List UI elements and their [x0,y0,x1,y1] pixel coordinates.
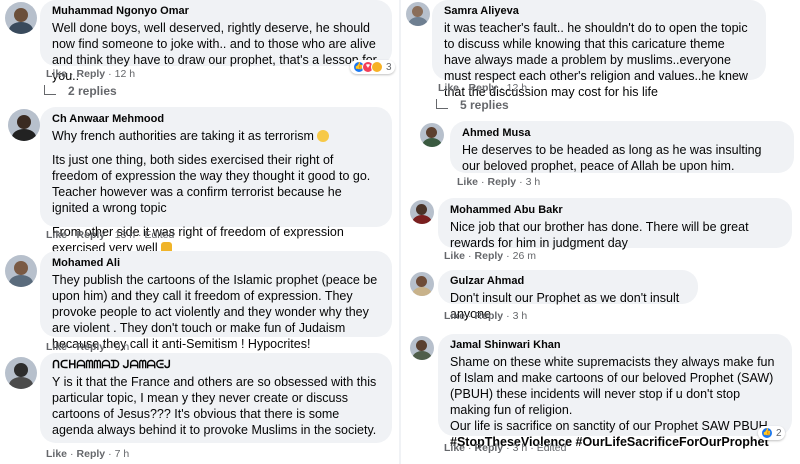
comment-actions: Like · Reply · 7 h [46,448,130,460]
comment-text: Its just one thing, both sides exercised… [52,153,371,215]
timestamp[interactable]: 26 m [513,250,536,262]
avatar[interactable] [5,2,37,34]
avatar[interactable] [410,336,434,360]
author-name[interactable]: Muhammad Ngonyo Omar [52,4,380,18]
avatar[interactable] [410,272,434,296]
comment-actions: Like · Reply · 3 h · Edited [444,442,567,454]
reaction-summary[interactable]: 👍 2 [758,426,785,440]
view-replies-link[interactable]: 2 replies [44,84,117,99]
timestamp[interactable]: 9 h [115,341,130,353]
view-replies-link[interactable]: 5 replies [436,98,509,113]
comment-actions: Like · Reply · 13 h · Edited [46,229,175,241]
avatar[interactable] [5,357,37,389]
avatar[interactable] [420,123,444,147]
like-button[interactable]: Like [444,442,465,454]
comment-text: He deserves to be headed as long as he w… [462,143,762,173]
comment-text: Why french authorities are taking it as … [52,128,380,144]
like-button[interactable]: Like [444,310,465,322]
author-name[interactable]: Gulzar Ahmad [450,274,686,288]
reaction-count: 3 [386,61,392,73]
comment-actions: Like · Reply · 12 h [46,68,136,80]
comment-actions: Like · Reply · 3 h [457,176,541,188]
comment-bubble: Mohammed Abu Bakr Nice job that our brot… [438,198,792,250]
reply-button[interactable]: Reply [77,229,106,241]
comment-text: They publish the cartoons of the Islamic… [52,273,378,351]
comment-actions: Like · Reply · 26 m [444,250,536,262]
reply-button[interactable]: Reply [475,310,504,322]
timestamp[interactable]: 7 h [115,448,130,460]
like-button[interactable]: Like [438,82,459,94]
replies-count[interactable]: 2 replies [68,84,117,99]
comment-bubble: Muhammad Ngonyo Omar Well done boys, wel… [40,0,392,83]
comment-bubble: Mohamed Ali They publish the cartoons of… [40,251,392,351]
column-divider [399,0,401,464]
comment-text: Shame on these white supremacists they a… [450,355,775,417]
author-name[interactable]: ᑎᑕᕼᗩᗰᗰᗩᗪ ᒍᗩᗰᗩᕮᒍ [52,358,380,372]
comment-text: Nice job that our brother has done. Ther… [450,220,749,250]
reply-button[interactable]: Reply [488,176,517,188]
like-button[interactable]: Like [46,229,67,241]
comment-actions: Like · Reply · 3 h [444,310,528,322]
avatar[interactable] [5,255,37,287]
reply-button[interactable]: Reply [77,448,106,460]
reaction-summary[interactable]: 👍 ♥ 3 [350,60,395,74]
replies-count[interactable]: 5 replies [460,98,509,113]
author-name[interactable]: Jamal Shinwari Khan [450,338,780,352]
reply-button[interactable]: Reply [475,250,504,262]
like-reaction-icon: 👍 [761,427,773,439]
comment-bubble: Jamal Shinwari Khan Shame on these white… [438,334,792,449]
like-button[interactable]: Like [46,68,67,80]
comment-text: Y is it that the France and others are s… [52,375,377,437]
like-button[interactable]: Like [457,176,478,188]
reply-button[interactable]: Reply [77,68,106,80]
reply-button[interactable]: Reply [469,82,498,94]
avatar[interactable] [410,200,434,224]
comment-bubble: Samra Aliyeva it was teacher's fault.. h… [432,0,766,99]
like-button[interactable]: Like [444,250,465,262]
timestamp[interactable]: 12 h [115,68,135,80]
timestamp[interactable]: 12 h [507,82,527,94]
comment-bubble: Ahmed Musa He deserves to be headed as l… [450,121,794,173]
author-name[interactable]: Mohammed Abu Bakr [450,203,780,217]
avatar[interactable] [8,109,40,141]
avatar[interactable] [406,2,430,26]
reply-button[interactable]: Reply [475,442,504,454]
edited-label: Edited [144,229,175,241]
reply-arrow-icon [436,98,448,109]
timestamp[interactable]: 3 h [513,310,528,322]
timestamp[interactable]: 13 h [115,229,135,241]
author-name[interactable]: Ahmed Musa [462,126,782,140]
timestamp[interactable]: 3 h [526,176,541,188]
comment-bubble: ᑎᑕᕼᗩᗰᗰᗩᗪ ᒍᗩᗰᗩᕮᒍ Y is it that the France … [40,353,392,443]
reaction-count: 2 [776,427,782,439]
comment-bubble: Gulzar Ahmad Don't insult our Prophet as… [438,270,698,321]
comment-actions: Like · Reply · 12 h [438,82,528,94]
like-button[interactable]: Like [46,341,67,353]
author-name[interactable]: Ch Anwaar Mehmood [52,112,380,126]
like-button[interactable]: Like [46,448,67,460]
reply-button[interactable]: Reply [77,341,106,353]
smirk-emoji-icon [317,130,330,142]
author-name[interactable]: Samra Aliyeva [444,4,754,18]
comment-text: Our life is sacrifice on sanctity of our… [450,419,772,433]
care-reaction-icon [371,61,383,73]
edited-label: Edited [536,442,567,454]
reply-arrow-icon [44,84,56,95]
comment-bubble: Ch Anwaar Mehmood Why french authorities… [40,107,392,255]
timestamp[interactable]: 3 h [513,442,528,454]
author-name[interactable]: Mohamed Ali [52,256,380,270]
